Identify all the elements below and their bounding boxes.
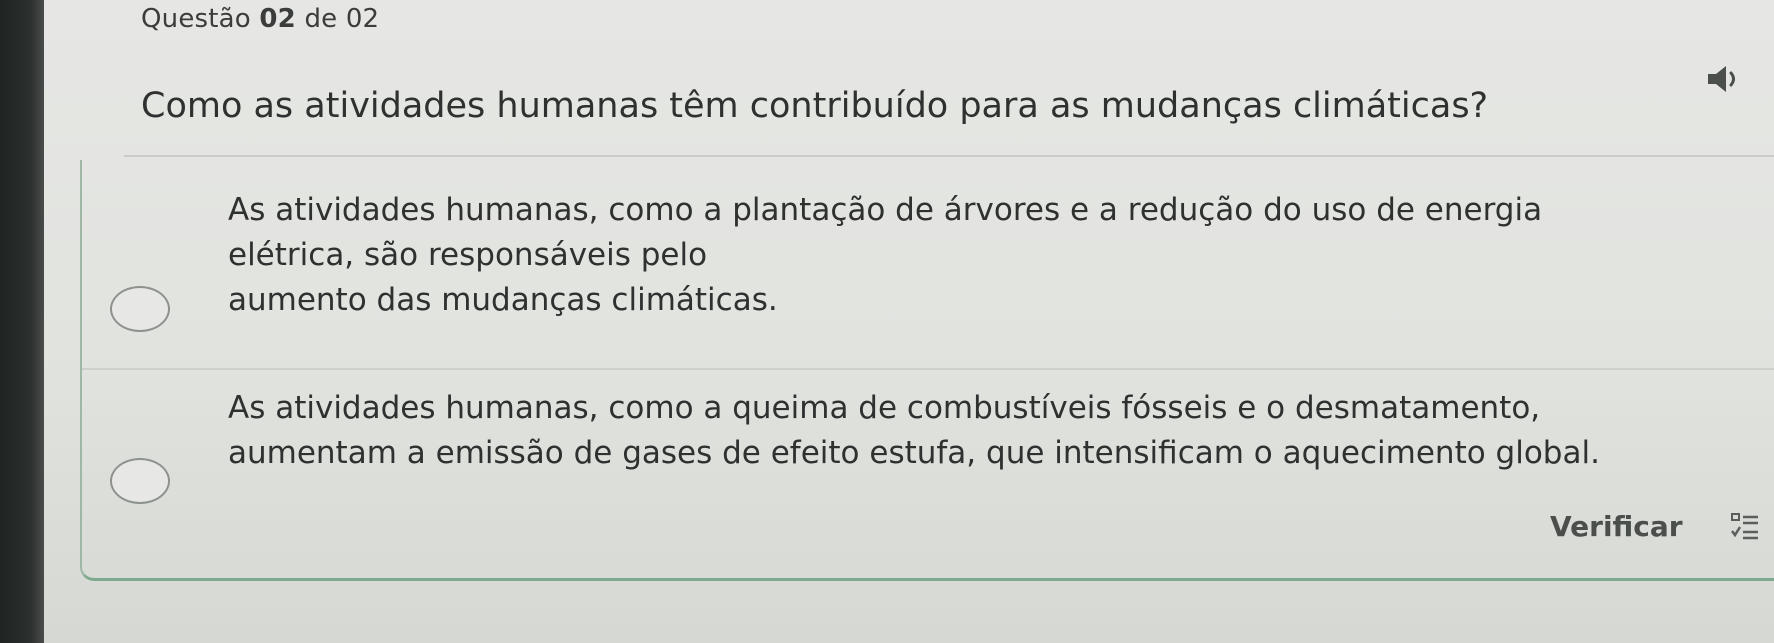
answer-options: As atividades humanas, como a plantação … xyxy=(80,160,1774,581)
radio-button-2[interactable] xyxy=(110,458,170,504)
answer-option-2[interactable]: As atividades humanas, como a queima de … xyxy=(82,382,1774,576)
answer-option-1[interactable]: As atividades humanas, como a plantação … xyxy=(82,168,1774,370)
counter-suffix: de 02 xyxy=(304,4,380,34)
speaker-icon[interactable] xyxy=(1704,62,1744,96)
answer-option-1-line-1: As atividades humanas, como a plantação … xyxy=(228,192,1543,228)
radio-button-1[interactable] xyxy=(110,286,170,332)
counter-prefix: Questão xyxy=(141,4,251,34)
question-counter: Questão 02 de 02 xyxy=(141,4,379,34)
answer-option-1-text: As atividades humanas, como a plantação … xyxy=(228,188,1542,323)
answer-option-2-line-1: As atividades humanas, como a queima de … xyxy=(228,390,1541,426)
answer-option-1-line-3: aumento das mudanças climáticas. xyxy=(228,282,778,318)
question-divider xyxy=(124,155,1774,157)
answer-option-2-line-2: aumentam a emissão de gases de efeito es… xyxy=(228,435,1600,471)
verify-button[interactable]: Verificar xyxy=(1550,510,1683,543)
question-text: Como as atividades humanas têm contribuí… xyxy=(141,86,1489,126)
counter-number: 02 xyxy=(259,4,296,34)
checklist-icon[interactable] xyxy=(1730,510,1760,544)
screen-bezel xyxy=(0,0,44,643)
answer-option-2-text: As atividades humanas, como a queima de … xyxy=(228,386,1600,476)
answer-option-1-line-2: elétrica, são responsáveis pelo xyxy=(228,237,708,273)
